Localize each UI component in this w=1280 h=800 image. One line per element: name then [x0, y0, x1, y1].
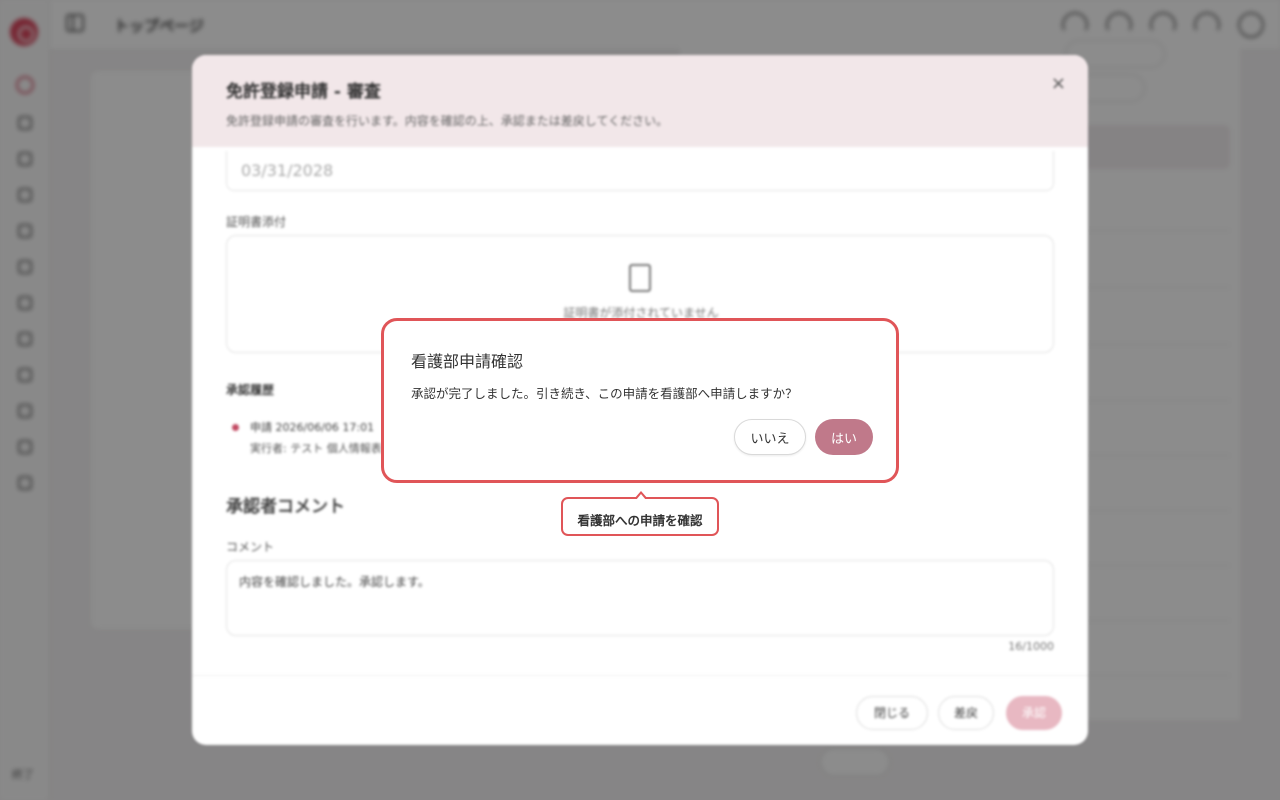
file-icon — [629, 264, 651, 292]
close-icon[interactable]: × — [1051, 73, 1066, 94]
modal-footer: 閉じる 差戻 承認 — [192, 675, 1088, 745]
approve-button[interactable]: 承認 — [1006, 696, 1062, 730]
comment-label: コメント — [226, 540, 275, 554]
expiry-date-value: 03/31/2028 — [241, 161, 334, 180]
comment-value: 内容を確認しました。承認します。 — [239, 575, 430, 589]
modal-header: 免許登録申請 - 審査 免許登録申請の審査を行います。内容を確認の上、承認または… — [192, 55, 1088, 147]
modal-subtitle: 免許登録申請の審査を行います。内容を確認の上、承認または差戻してください。 — [226, 114, 669, 128]
tooltip-text: 看護部への申請を確認 — [577, 513, 703, 528]
close-button[interactable]: 閉じる — [856, 696, 928, 730]
yes-button[interactable]: はい — [815, 419, 873, 455]
history-entry-actor: 実行者: テスト 個人情報表 — [250, 442, 382, 455]
history-dot-icon — [232, 424, 239, 431]
comment-heading: 承認者コメント — [226, 497, 345, 517]
history-entry-title: 申請 2026/06/06 17:01 — [250, 421, 375, 434]
reject-button[interactable]: 差戻 — [938, 696, 994, 730]
modal-title: 免許登録申請 - 審査 — [226, 82, 381, 102]
attachment-label: 証明書添付 — [226, 215, 287, 229]
dialog-title: 看護部申請確認 — [411, 352, 524, 371]
comment-char-count: 16/1000 — [1008, 640, 1054, 653]
comment-textarea[interactable]: 内容を確認しました。承認します。 — [226, 560, 1054, 636]
history-label: 承認履歴 — [226, 383, 275, 397]
dialog-message: 承認が完了しました。引き続き、この申請を看護部へ申請しますか？ — [411, 386, 798, 401]
tooltip: 看護部への申請を確認 — [561, 491, 719, 536]
no-button[interactable]: いいえ — [734, 419, 806, 455]
expiry-date-field[interactable]: 03/31/2028 — [226, 151, 1054, 191]
nursing-confirm-dialog: 看護部申請確認 承認が完了しました。引き続き、この申請を看護部へ申請しますか？ … — [381, 318, 899, 483]
